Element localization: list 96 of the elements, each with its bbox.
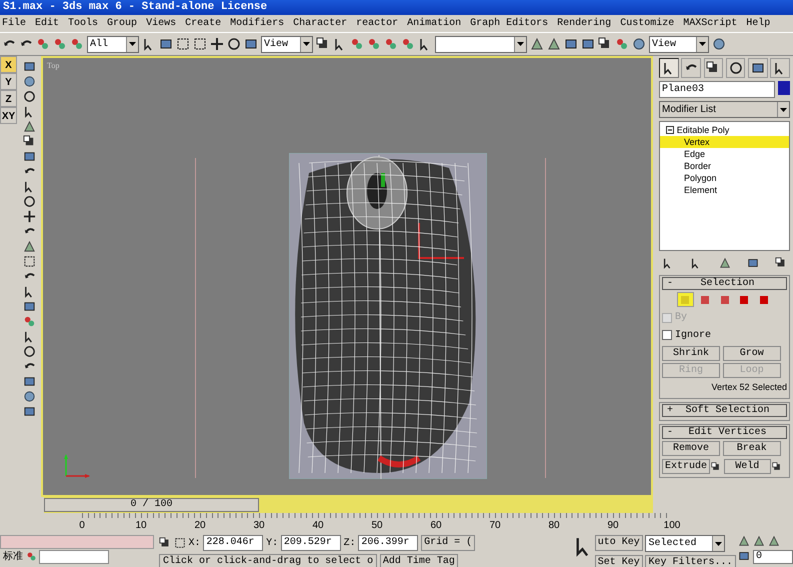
menu-item[interactable]: Customize (620, 15, 674, 32)
timeline-tick-label: 30 (253, 519, 265, 533)
rollout-button[interactable]: Break (722, 441, 781, 456)
menu-item[interactable]: Views (146, 15, 176, 32)
named-selection-dropdown[interactable] (435, 36, 527, 52)
timeline-tick-label: 0 (79, 519, 85, 533)
coordinate-label: Z: (344, 536, 356, 550)
selection-status-text: Vertex 52 Selected (710, 381, 787, 394)
axis-gizmo-icon (63, 453, 91, 479)
timeline-tick-label: 90 (607, 519, 619, 533)
checkbox[interactable] (662, 330, 672, 340)
menu-item[interactable]: reactor (356, 15, 398, 32)
menu-item[interactable]: Tools (68, 15, 98, 32)
modifier-stack-item[interactable]: Editable Poly (676, 124, 730, 136)
utilities-tab[interactable] (770, 58, 790, 78)
menu-item[interactable]: Rendering (557, 15, 612, 32)
display-tab[interactable] (748, 58, 768, 78)
input-field[interactable] (39, 550, 110, 564)
timeline-tick-label: 20 (194, 519, 206, 533)
region-select-icon[interactable] (176, 37, 190, 51)
caret-icon (715, 542, 722, 546)
menu-item[interactable]: Create (185, 15, 222, 32)
axis-constraint-button[interactable]: XY (0, 107, 17, 124)
coordinate-label: X: (188, 536, 201, 550)
create-tab[interactable] (659, 58, 679, 78)
menu-item[interactable]: Group (107, 15, 138, 32)
selection-filter-dropdown[interactable]: All (87, 36, 139, 52)
current-frame-field[interactable]: 0 (753, 550, 793, 564)
caret-icon (699, 42, 706, 46)
menu-item[interactable]: Help (746, 15, 770, 32)
caret-icon (303, 42, 310, 46)
timeline-tick-label: 70 (489, 519, 501, 533)
sphere-icon[interactable] (22, 75, 36, 88)
rollout-header[interactable]: - Selection (662, 276, 787, 290)
window-crossing-icon[interactable] (193, 37, 207, 51)
reference-coordinate-dropdown[interactable]: View (261, 36, 313, 52)
prompt-text: Click or click-and-drag to select o (159, 554, 378, 567)
checkbox-label: Ignore (675, 328, 712, 343)
maxscript-listener-field[interactable] (0, 535, 154, 549)
menu-item[interactable]: MAXScript (683, 15, 738, 32)
caret-icon (517, 42, 524, 46)
caret-icon (780, 108, 787, 112)
axis-constraint-button[interactable]: Z (0, 90, 17, 107)
timeline-tick-label: 40 (312, 519, 324, 533)
collapse-icon[interactable] (666, 126, 674, 134)
time-slider-thumb[interactable]: 0 / 100 (44, 498, 259, 512)
sub-object-level-item[interactable]: Polygon (660, 172, 789, 184)
set-key-button[interactable]: Set Key (594, 554, 643, 567)
key-mode-dropdown[interactable]: Selected (645, 535, 726, 552)
timeline-tick-label: 100 (664, 519, 680, 533)
coordinate-label: Y: (266, 536, 278, 550)
toolbar-label: 标准 (2, 550, 23, 564)
rollout-button[interactable]: Grow (722, 346, 781, 360)
sub-object-level-item[interactable]: Vertex (660, 136, 789, 148)
add-time-tag-button[interactable]: Add Time Tag (380, 554, 458, 567)
key-filters-button[interactable]: Key Filters... (645, 554, 736, 567)
sub-object-level-item[interactable]: Element (660, 184, 789, 196)
hierarchy-tab[interactable] (704, 58, 724, 78)
timeline-tick-label: 50 (371, 519, 383, 533)
box-icon[interactable] (22, 150, 36, 163)
coordinate-field[interactable]: 209.529r (280, 535, 341, 551)
auto-key-button[interactable]: uto Key (594, 535, 643, 551)
sub-object-level-item[interactable]: Edge (660, 148, 789, 160)
modifier-list-dropdown[interactable]: Modifier List (659, 101, 790, 118)
rollout-header[interactable]: - Edit Vertices (662, 426, 787, 438)
timeline-tick-label: 10 (135, 519, 147, 533)
menu-item[interactable]: Character (293, 15, 348, 32)
rollout-header[interactable]: + Soft Selection (662, 404, 787, 416)
rollout-button[interactable]: Shrink (662, 346, 720, 360)
object-name-field[interactable]: Plane03 (659, 81, 776, 98)
menu-item[interactable]: File (2, 15, 26, 32)
move-icon[interactable] (210, 37, 224, 51)
menu-item[interactable]: Modifiers (230, 15, 284, 32)
sub-object-level-item[interactable]: Border (660, 160, 789, 172)
menu-item[interactable]: Graph Editors (470, 15, 548, 32)
grid-size-text: Grid = ( (421, 535, 476, 551)
timeline-tick-label: 60 (430, 519, 442, 533)
window-title: S1.max - 3ds max 6 - Stand-alone License (0, 0, 793, 15)
checkbox-label: By (675, 311, 688, 325)
modify-tab[interactable] (681, 58, 701, 78)
axis-constraint-button[interactable]: Y (0, 73, 17, 90)
coordinate-field[interactable]: 206.399r (358, 535, 418, 551)
coordinate-field[interactable]: 228.046r (203, 535, 264, 551)
caret-icon (129, 42, 136, 46)
timeline-tick-label: 80 (548, 519, 560, 533)
render-type-dropdown[interactable]: View (649, 36, 709, 52)
rollout-button[interactable]: Weld (724, 459, 771, 474)
menu-item[interactable]: Edit (35, 15, 60, 32)
rollout-button[interactable]: Remove (662, 441, 720, 456)
axis-constraint-button[interactable]: X (0, 56, 17, 73)
rotate-icon[interactable] (227, 37, 241, 51)
menu-item[interactable]: Animation (407, 15, 462, 32)
motion-tab[interactable] (726, 58, 746, 78)
rollout-button[interactable]: Extrude (662, 459, 710, 474)
time-slider-track[interactable]: 0 / 100 (44, 497, 653, 513)
object-color-swatch[interactable] (778, 81, 790, 95)
